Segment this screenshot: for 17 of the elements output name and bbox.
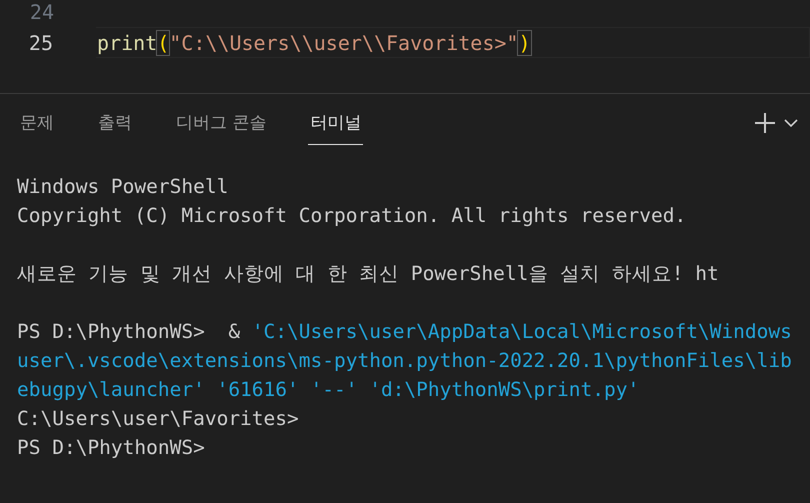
plus-icon[interactable] (754, 112, 776, 134)
terminal-line: Copyright (C) Microsoft Corporation. All rights reserved. (17, 204, 686, 227)
terminal-line: Windows PowerShell (17, 175, 228, 198)
line-number: 25 (28, 30, 53, 54)
terminal-line: user\.vscode\extensions\ms-python.python-2022.20.1\pythonFiles\lib (17, 349, 792, 372)
terminal-line: C:\Users\user\Favorites> (17, 407, 299, 430)
terminal-line: PS D:\PhythonWS> (17, 436, 205, 459)
panel-tab[interactable]: 디버그 콘솔 (174, 94, 268, 145)
terminal-line: PS D:\PhythonWS> & 'C:\Users\user\AppData\Local\Microsoft\Windows (17, 320, 792, 343)
chevron-down-icon[interactable] (784, 118, 798, 128)
line-number: 24 (28, 0, 54, 24)
panel-tab[interactable]: 출력 (96, 94, 134, 145)
terminal-line: ebugpy\launcher' '61616' '--' 'd:\PhythonWS\print.py' (17, 378, 640, 401)
code-line: print("C:\\Users\\user\\Favorites>") (97, 30, 531, 54)
terminal-line: 새로운 기능 및 개선 사항에 대 한 최신 PowerShell을 설치 하세요! ht (17, 262, 719, 285)
panel-tab[interactable]: 문제 (18, 94, 56, 145)
panel-tab[interactable]: 터미널 (308, 94, 364, 145)
